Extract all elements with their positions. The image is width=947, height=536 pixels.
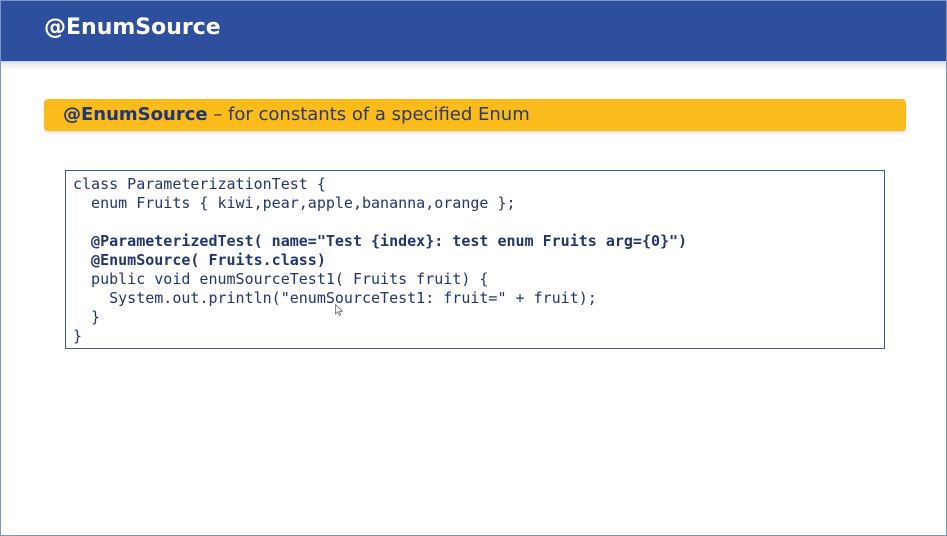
slide: @EnumSource @EnumSource – for constants … <box>0 0 947 536</box>
code-line-8: } <box>73 308 101 326</box>
code-line-4: @ParameterizedTest( name="Test {index}: … <box>73 232 688 250</box>
subtitle-banner: @EnumSource – for constants of a specifi… <box>44 99 906 131</box>
banner-description: – for constants of a specified Enum <box>207 104 530 125</box>
code-line-6: public void enumSourceTest1( Fruits frui… <box>73 270 489 288</box>
banner-annotation: @EnumSource <box>63 104 208 125</box>
code-line-1: class ParameterizationTest { <box>73 175 326 193</box>
mouse-pointer-icon <box>335 304 343 316</box>
code-line-2: enum Fruits { kiwi,pear,apple,bananna,or… <box>73 194 516 212</box>
code-line-9: } <box>73 327 83 345</box>
slide-header: @EnumSource <box>1 1 946 62</box>
slide-title: @EnumSource <box>44 15 221 40</box>
code-block: class ParameterizationTest { enum Fruits… <box>65 170 885 349</box>
code-line-5: @EnumSource( Fruits.class) <box>73 251 326 269</box>
banner-text: @EnumSource – for constants of a specifi… <box>63 104 530 125</box>
header-shadow <box>1 62 946 70</box>
